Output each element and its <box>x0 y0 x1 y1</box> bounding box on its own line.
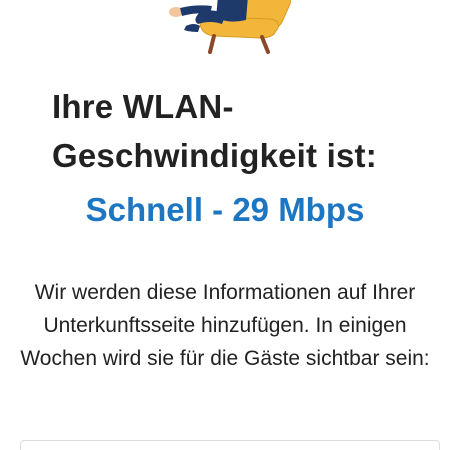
person-in-armchair-illustration <box>169 0 291 54</box>
chair-leg-front <box>208 34 216 54</box>
info-text: Wir werden diese Informationen auf Ihrer… <box>20 281 430 370</box>
chair-leg-back <box>260 35 270 54</box>
listing-preview-card <box>20 440 440 450</box>
page-title: Ihre WLAN-Geschwindigkeit ist: <box>52 88 377 174</box>
speed-result: Schnell - 29 Mbps <box>85 191 365 228</box>
person-foot <box>184 24 200 32</box>
wifi-speed-result-screen: Ihre WLAN-Geschwindigkeit ist: Schnell -… <box>0 0 450 450</box>
